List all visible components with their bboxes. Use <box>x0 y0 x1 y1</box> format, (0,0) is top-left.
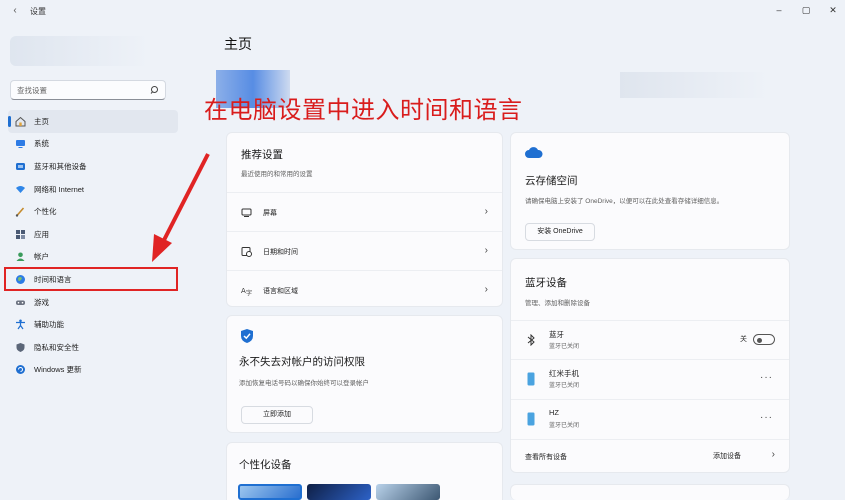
date-time-icon <box>241 247 252 257</box>
phone-icon <box>527 412 535 426</box>
bluetooth-devices-icon <box>16 162 25 170</box>
theme-thumbnail[interactable] <box>376 484 440 500</box>
search-input[interactable] <box>17 84 147 97</box>
row-label: 日期和时间 <box>263 249 298 256</box>
sidebar-item-label: 个性化 <box>34 207 57 217</box>
title-bar: ‹ 设置 – ▢ ✕ <box>0 0 845 22</box>
theme-thumbnail[interactable] <box>307 484 371 500</box>
sidebar-item-privacy[interactable]: 隐私和安全性 <box>8 336 178 359</box>
user-profile-blurred[interactable] <box>10 36 150 66</box>
account-icon <box>16 252 25 262</box>
device-name: 红米手机 <box>549 369 579 378</box>
card-title: 永不失去对帐户的访问权限 <box>239 356 365 368</box>
annotation-highlight-box <box>4 267 178 291</box>
display-icon <box>241 208 252 217</box>
card-title: 个性化设备 <box>239 459 292 471</box>
bluetooth-icon <box>527 334 535 346</box>
window-title: 设置 <box>30 7 46 16</box>
recommended-row-display[interactable]: 屏幕 › <box>227 192 502 232</box>
recommended-row-language-region[interactable]: A字 语言和区域 › <box>227 270 502 310</box>
sidebar-item-label: 蓝牙和其他设备 <box>34 161 87 171</box>
shield-check-icon <box>241 329 253 343</box>
sidebar-item-label: 隐私和安全性 <box>34 342 79 352</box>
card-description: 请确保电脑上安装了 OneDrive，以便可以在此处查看存储详细信息。 <box>525 198 724 205</box>
minimize-button[interactable]: – <box>770 3 788 17</box>
annotation-text: 在电脑设置中进入时间和语言 <box>204 97 523 124</box>
personalization-icon <box>15 207 25 217</box>
privacy-icon <box>16 342 25 352</box>
cloud-storage-card: 云存储空间 请确保电脑上安装了 OneDrive，以便可以在此处查看存储详细信息… <box>510 132 790 250</box>
settings-search[interactable] <box>10 80 166 100</box>
sidebar-item-label: 系统 <box>34 139 49 149</box>
card-subtitle: 管理、添加和删除设备 <box>525 300 590 307</box>
device-name: HZ <box>549 408 559 417</box>
sidebar-item-gaming[interactable]: 游戏 <box>8 291 178 314</box>
view-all-devices-link[interactable]: 查看所有设备 <box>525 452 567 462</box>
search-icon[interactable] <box>150 85 160 95</box>
recommended-settings-card: 推荐设置 最近使用的和常用的设置 屏幕 › 日期和时间 › A字 语言和区域 › <box>226 132 503 307</box>
chevron-right-icon[interactable]: › <box>772 449 775 460</box>
card-description: 添加恢复电话号码以确保你始终可以登录帐户 <box>239 380 369 387</box>
cloud-icon <box>525 147 543 158</box>
device-row[interactable]: HZ 蓝牙已关闭 ··· <box>511 399 789 439</box>
sidebar-item-home[interactable]: 主页 <box>8 110 178 133</box>
device-info-blurred <box>620 72 770 98</box>
bluetooth-name: 蓝牙 <box>549 330 564 339</box>
network-icon <box>16 185 25 193</box>
card-title: 推荐设置 <box>241 149 283 161</box>
annotation-arrow-icon <box>152 153 210 262</box>
sidebar-item-label: 帐户 <box>34 252 49 262</box>
home-icon <box>15 116 26 127</box>
bluetooth-toggle-row: 蓝牙 蓝牙已关闭 关 <box>511 320 789 360</box>
next-card-partial <box>510 484 790 500</box>
card-title: 蓝牙设备 <box>525 277 567 289</box>
sidebar-item-label: 主页 <box>34 116 49 126</box>
card-subtitle: 最近使用的和常用的设置 <box>241 171 313 178</box>
more-options-icon[interactable]: ··· <box>760 412 773 423</box>
chevron-right-icon: › <box>484 206 488 217</box>
row-label: 语言和区域 <box>263 288 298 295</box>
system-icon <box>16 140 25 149</box>
recommended-row-date-time[interactable]: 日期和时间 › <box>227 231 502 271</box>
bluetooth-toggle[interactable] <box>753 334 775 345</box>
sidebar-item-label: Windows 更新 <box>34 365 82 375</box>
bluetooth-devices-card: 蓝牙设备 管理、添加和删除设备 蓝牙 蓝牙已关闭 关 红米手机 蓝牙已关闭 ··… <box>510 258 790 473</box>
windows-update-icon <box>16 365 25 375</box>
back-button[interactable]: ‹ <box>8 4 22 18</box>
account-access-card: 永不失去对帐户的访问权限 添加恢复电话号码以确保你始终可以登录帐户 立即添加 <box>226 315 503 433</box>
chevron-right-icon: › <box>484 245 488 256</box>
add-now-button[interactable]: 立即添加 <box>241 406 313 424</box>
add-device-button[interactable]: 添加设备 <box>691 448 763 466</box>
page-title: 主页 <box>224 36 252 52</box>
sidebar-item-label: 游戏 <box>34 297 49 307</box>
theme-thumbnail[interactable] <box>238 484 302 500</box>
svg-text:字: 字 <box>246 289 252 296</box>
sidebar-item-label: 应用 <box>34 229 49 239</box>
toggle-state-label: 关 <box>740 336 747 343</box>
sidebar-item-label: 辅助功能 <box>34 320 64 330</box>
device-row[interactable]: 红米手机 蓝牙已关闭 ··· <box>511 359 789 399</box>
accessibility-icon <box>16 319 25 330</box>
bluetooth-footer-row: 查看所有设备 添加设备 › <box>511 439 789 473</box>
chevron-right-icon: › <box>484 284 488 295</box>
phone-icon <box>527 372 535 386</box>
bluetooth-status: 蓝牙已关闭 <box>549 344 580 350</box>
device-status: 蓝牙已关闭 <box>549 423 580 429</box>
close-button[interactable]: ✕ <box>824 3 842 17</box>
sidebar-item-accessibility[interactable]: 辅助功能 <box>8 313 178 336</box>
sidebar-item-label: 网络和 Internet <box>34 184 85 194</box>
card-title: 云存储空间 <box>525 175 578 187</box>
install-onedrive-button[interactable]: 安装 OneDrive <box>525 223 595 241</box>
more-options-icon[interactable]: ··· <box>760 372 773 383</box>
maximize-button[interactable]: ▢ <box>797 3 815 17</box>
sidebar-item-windows-update[interactable]: Windows 更新 <box>8 359 178 382</box>
apps-icon <box>16 229 25 239</box>
language-region-icon: A字 <box>241 287 252 296</box>
device-status: 蓝牙已关闭 <box>549 383 580 389</box>
row-label: 屏幕 <box>263 210 277 217</box>
gaming-icon <box>16 300 25 305</box>
